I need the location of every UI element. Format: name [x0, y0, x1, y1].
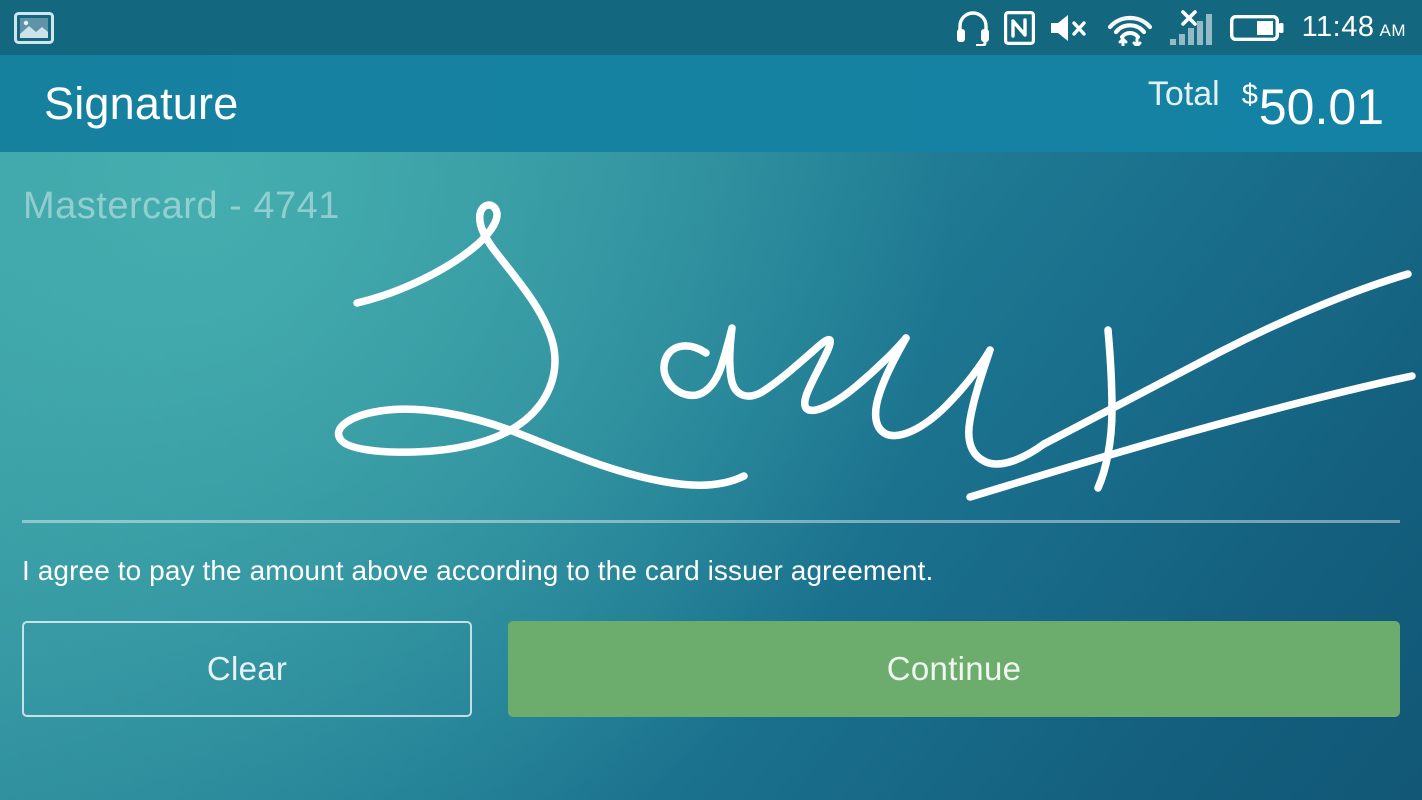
currency-symbol: $	[1241, 79, 1258, 111]
volume-mute-icon	[1049, 12, 1092, 44]
total-block: Total $ 50.01	[1148, 75, 1384, 132]
screenshot-icon	[14, 11, 54, 44]
status-bar-right-icons: 11:48 AM	[956, 9, 1406, 47]
signature-divider	[22, 520, 1400, 523]
status-bar-clock: 11:48 AM	[1302, 11, 1406, 44]
status-bar: 11:48 AM	[0, 0, 1422, 55]
continue-button[interactable]: Continue	[508, 621, 1400, 717]
total-label: Total	[1147, 75, 1220, 113]
status-bar-left-icons	[14, 11, 54, 44]
agreement-text: I agree to pay the amount above accordin…	[22, 555, 934, 586]
total-amount-value: 50.01	[1258, 79, 1384, 135]
signature-screen: 11:48 AM Signature Total $ 50.01 Masterc…	[0, 0, 1422, 800]
clear-button[interactable]: Clear	[22, 621, 472, 717]
clock-time: 11:48	[1301, 11, 1375, 43]
wifi-icon	[1106, 10, 1154, 47]
headset-icon	[956, 10, 990, 47]
cellular-signal-off-icon	[1168, 9, 1216, 46]
nfc-icon	[1003, 10, 1035, 45]
button-row: Clear Continue	[22, 621, 1400, 717]
signature-drawing[interactable]	[0, 152, 1422, 532]
page-title: Signature	[44, 78, 239, 129]
app-bar: Signature Total $ 50.01	[0, 55, 1422, 152]
clock-meridiem: AM	[1379, 21, 1406, 40]
signature-pad-area[interactable]: Mastercard - 4741 I agree to pay the amo	[0, 152, 1422, 800]
total-amount: $ 50.01	[1241, 79, 1384, 135]
battery-icon	[1229, 13, 1284, 43]
